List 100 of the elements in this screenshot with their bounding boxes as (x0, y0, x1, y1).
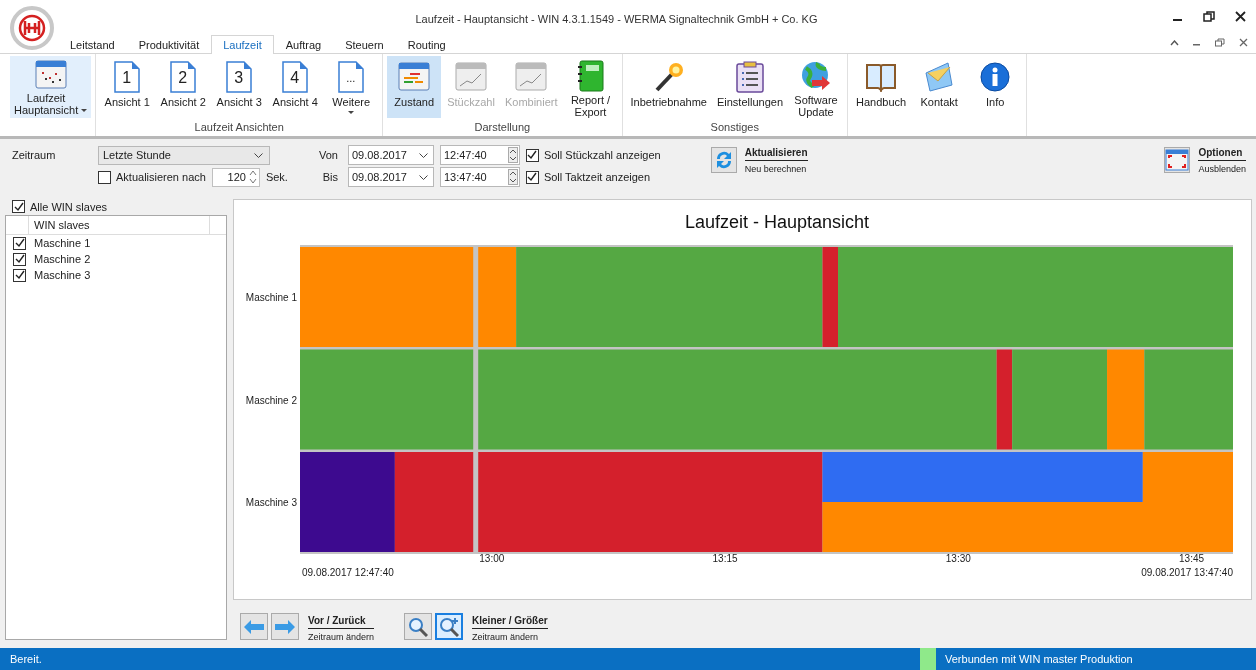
app-logo[interactable] (10, 6, 54, 50)
interval-spinbox[interactable]: 120 (211, 167, 260, 187)
field-label: Bis (321, 171, 338, 183)
zoom-out-button[interactable] (404, 613, 433, 640)
row-label: Maschine 2 (245, 394, 297, 406)
ribbon-tab[interactable]: Auftrag (273, 35, 334, 54)
page-number: 2 (178, 69, 188, 86)
checkbox-label: Soll Taktzeit anzeigen (543, 171, 651, 183)
collapse-icon[interactable] (1170, 39, 1179, 46)
axis-tick-label: 13:15 (712, 553, 738, 564)
checkbox[interactable] (13, 252, 26, 266)
field-label: Zeitraum (12, 149, 57, 161)
page-icon (338, 61, 365, 93)
window-title: Laufzeit - Hauptansicht - WIN 4.3.1.1549 - WERMA Signaltechnik GmbH + Co. KG (414, 11, 819, 25)
book-icon (865, 62, 898, 92)
arrow-left-icon (244, 619, 264, 634)
ribbon-button[interactable]: Einstellungen (712, 56, 787, 118)
ribbon-button[interactable]: 3 Ansicht 3 (212, 56, 267, 118)
time-spinbox[interactable]: 13:47:40 (439, 167, 520, 187)
list-item[interactable]: Maschine 2 (6, 251, 226, 267)
action-subtitle: Zeitraum ändern (308, 631, 375, 642)
axis-tick-label: 13:00 (479, 553, 505, 564)
ribbon-tab[interactable]: Produktivität (126, 35, 212, 54)
restore-icon[interactable] (1203, 11, 1215, 22)
action-subtitle: Zeitraum ändern (472, 631, 540, 642)
checkbox[interactable] (525, 148, 539, 162)
checkbox-label: Aktualisieren nach (116, 171, 206, 183)
ribbon-button[interactable]: Handbuch (852, 56, 911, 118)
status-text: Bereit. (10, 653, 42, 665)
ribbon-button[interactable]: Software Update (789, 56, 843, 118)
zoom-in-button[interactable] (435, 613, 464, 640)
spin-arrows-icon (507, 169, 518, 185)
ribbon-tab[interactable]: Routing (395, 35, 458, 54)
page-number: ... (346, 73, 356, 84)
column-header[interactable]: WIN slaves (29, 216, 210, 234)
ribbon-button[interactable]: ... Weitere (324, 56, 379, 118)
arrow-right-icon (275, 619, 295, 634)
row-label: Maschine 1 (245, 292, 297, 303)
time-spinbox[interactable]: 12:47:40 (439, 145, 520, 165)
checkbox[interactable] (13, 236, 26, 250)
magnifier-icon (408, 616, 429, 637)
ribbon-button[interactable]: Report / Export (563, 56, 618, 118)
chevron-icon (418, 174, 428, 180)
envelope-icon (924, 61, 955, 93)
options-button[interactable] (1164, 147, 1191, 173)
action-title: Optionen (1198, 147, 1246, 161)
ribbon-button[interactable]: Laufzeit Hauptansicht (10, 56, 92, 118)
ribbon-button[interactable]: 4 Ansicht 4 (268, 56, 323, 118)
group-label: Sonstiges (709, 121, 760, 135)
line-chart-window-icon (455, 62, 488, 92)
action-title: Kleiner / Größer (472, 615, 548, 629)
ribbon-button[interactable]: Kontakt (912, 56, 967, 118)
axis-start-label: 09.08.2017 12:47:40 (302, 567, 394, 578)
group-label: Laufzeit Ansichten (193, 121, 285, 135)
list-item[interactable]: Maschine 1 (6, 235, 226, 251)
spin-arrows-icon (248, 170, 257, 184)
chart-title: Laufzeit - Hauptansicht (684, 212, 870, 232)
action-subtitle: Neu berechnen (744, 163, 808, 174)
period-dropdown[interactable]: Letzte Stunde (98, 145, 270, 165)
page-icon (114, 61, 141, 93)
ribbon-tab[interactable]: Steuern (333, 35, 396, 54)
axis-tick-label: 13:45 (1179, 553, 1205, 564)
close-icon[interactable] (1235, 11, 1246, 22)
date-picker[interactable]: 09.08.2017 (347, 145, 434, 165)
axis-end-label: 09.08.2017 13:47:40 (1141, 567, 1233, 578)
window-frame-icon (1165, 149, 1190, 171)
date-picker[interactable]: 09.08.2017 (347, 167, 434, 187)
row-label: Maschine 3 (245, 497, 297, 508)
clipboard-icon (736, 61, 764, 93)
ribbon-button[interactable]: 2 Ansicht 2 (156, 56, 211, 118)
ribbon-button[interactable]: Inbetriebnahme (626, 56, 711, 118)
checkbox[interactable] (12, 200, 25, 213)
checkbox[interactable] (98, 170, 111, 184)
notebook-icon (576, 60, 605, 92)
checkbox[interactable] (525, 170, 539, 184)
restore-icon[interactable] (1215, 38, 1225, 47)
page-number: 1 (122, 69, 132, 86)
info-icon (980, 62, 1011, 92)
magnifier-icon (439, 616, 460, 637)
unit-label: Sek. (265, 171, 288, 183)
spin-arrows-icon (507, 147, 518, 163)
ribbon-tab[interactable]: Leitstand (58, 35, 127, 54)
connection-text: Verbunden mit WIN master Produktion (945, 653, 1133, 665)
ribbon-tab[interactable]: Laufzeit (211, 35, 274, 54)
page-icon (170, 61, 197, 93)
chart-window-icon (34, 60, 67, 90)
action-title: Aktualisieren (744, 147, 808, 161)
page-icon (226, 61, 253, 93)
field-label: Von (317, 149, 338, 161)
ribbon-button[interactable]: 1 Ansicht 1 (100, 56, 155, 118)
axis-tick-label: 13:30 (945, 553, 971, 564)
page-number: 4 (290, 69, 300, 86)
checkbox-label: Alle WIN slaves (30, 200, 108, 213)
group-label: Darstellung (473, 121, 532, 135)
ribbon-button[interactable]: Zustand (387, 56, 442, 118)
ribbon-button[interactable]: Info (968, 56, 1023, 118)
refresh-button[interactable] (710, 147, 737, 173)
chevron-icon (254, 152, 263, 158)
checkbox[interactable] (13, 268, 26, 282)
list-item[interactable]: Maschine 3 (6, 267, 226, 283)
